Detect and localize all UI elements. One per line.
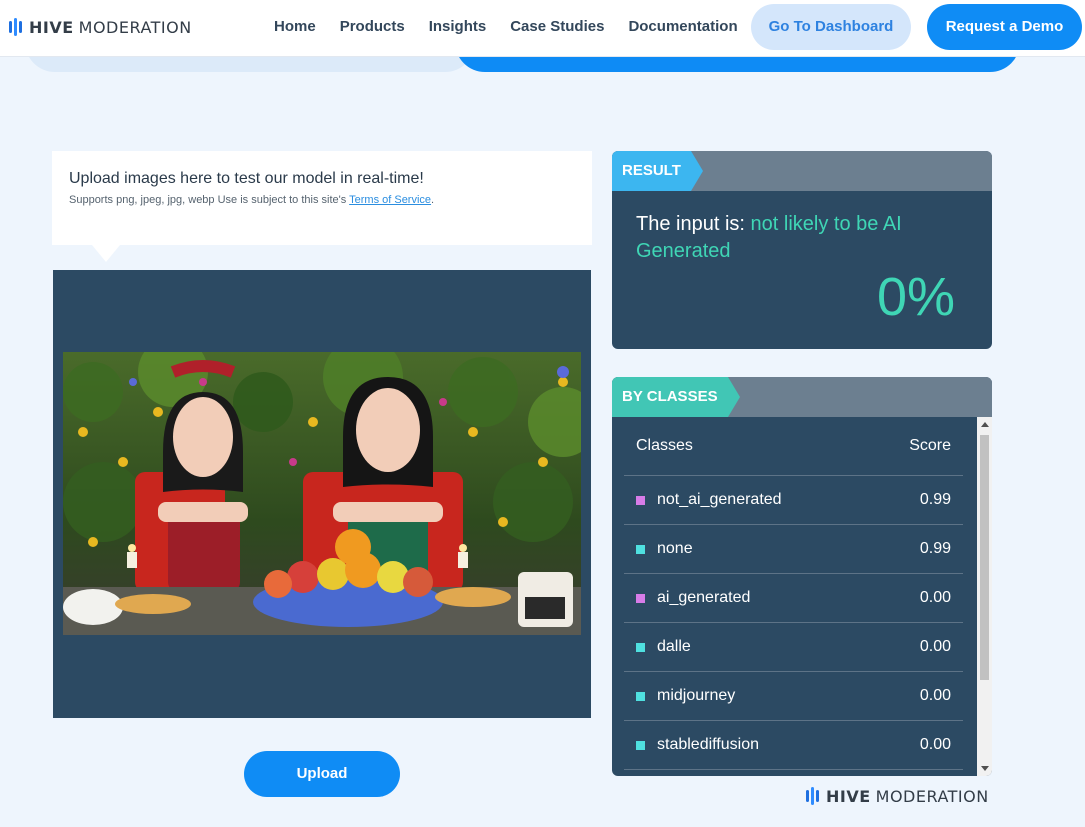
footer-logo-text-bold: HIVE <box>826 786 871 806</box>
class-name: stablediffusion <box>657 736 759 753</box>
result-prefix: The input is: <box>636 213 745 235</box>
terms-of-service-link[interactable]: Terms of Service <box>349 194 431 206</box>
callout-tail <box>92 245 120 262</box>
footer-logo-text-light: MODERATION <box>875 786 989 806</box>
class-name: ai_generated <box>657 589 751 606</box>
nav-home[interactable]: Home <box>274 18 316 35</box>
class-name: dalle <box>657 638 691 655</box>
class-score: 0.99 <box>919 540 951 557</box>
class-score: 0.00 <box>919 638 951 655</box>
result-card: RESULT The input is: not likely to be AI… <box>612 151 992 349</box>
by-classes-tag: BY CLASSES <box>612 377 740 417</box>
classes-scrollbar[interactable] <box>977 417 992 776</box>
table-row: stablediffusion 0.00 <box>624 721 963 770</box>
scroll-thumb[interactable] <box>980 435 989 680</box>
logo-text-light: MODERATION <box>78 17 192 37</box>
result-tag: RESULT <box>612 151 703 191</box>
class-name: none <box>657 540 693 557</box>
main-nav: Home Products Insights Case Studies Docu… <box>274 18 762 35</box>
request-demo-button[interactable]: Request a Demo <box>927 4 1082 50</box>
by-classes-card: BY CLASSES Classes Score not_ai_generate… <box>612 377 992 776</box>
logo-text-bold: HIVE <box>29 17 74 37</box>
classes-table[interactable]: Classes Score not_ai_generated 0.99 none… <box>624 417 963 776</box>
table-row: ai_generated 0.00 <box>624 574 963 623</box>
class-swatch-icon <box>636 691 645 701</box>
top-header: HIVE MODERATION Home Products Insights Ca… <box>0 0 1085 57</box>
upload-intro-title: Upload images here to test our model in … <box>69 170 424 187</box>
class-swatch-icon <box>636 740 645 750</box>
nav-case-studies[interactable]: Case Studies <box>510 18 604 35</box>
class-swatch-icon <box>636 495 645 505</box>
hive-logo-icon <box>9 18 22 36</box>
table-row: none 0.99 <box>624 525 963 574</box>
table-row: midjourney 0.00 <box>624 672 963 721</box>
uploaded-image <box>63 352 581 635</box>
result-percentage: 0% <box>876 267 955 327</box>
classes-card-header: BY CLASSES <box>612 377 992 417</box>
footer-hive-logo[interactable]: HIVE MODERATION <box>806 786 989 806</box>
class-name: not_ai_generated <box>657 491 782 508</box>
nav-insights[interactable]: Insights <box>429 18 487 35</box>
upload-intro-subtitle: Supports png, jpeg, jpg, webp Use is sub… <box>69 194 435 206</box>
table-row: dalle 0.00 <box>624 623 963 672</box>
scroll-down-arrow-icon[interactable] <box>981 766 989 771</box>
class-swatch-icon <box>636 593 645 603</box>
class-name: midjourney <box>657 687 736 704</box>
hive-logo-icon <box>806 787 819 805</box>
classes-table-header: Classes Score <box>624 417 963 476</box>
go-to-dashboard-button[interactable]: Go To Dashboard <box>751 4 911 50</box>
class-score: 0.99 <box>919 491 951 508</box>
class-score: 0.00 <box>919 736 951 753</box>
uploaded-image-graphic <box>63 352 581 635</box>
upload-button[interactable]: Upload <box>244 751 400 797</box>
table-row: not_ai_generated 0.99 <box>624 476 963 525</box>
class-swatch-icon <box>636 642 645 652</box>
class-score: 0.00 <box>919 687 951 704</box>
result-card-header: RESULT <box>612 151 992 191</box>
image-preview-panel <box>53 270 591 718</box>
nav-products[interactable]: Products <box>340 18 405 35</box>
col-score-header: Score <box>909 437 951 454</box>
class-swatch-icon <box>636 544 645 554</box>
scroll-up-arrow-icon[interactable] <box>981 422 989 427</box>
hive-logo[interactable]: HIVE MODERATION <box>9 17 192 37</box>
col-classes-header: Classes <box>636 437 693 454</box>
upload-intro-card: Upload images here to test our model in … <box>52 151 592 262</box>
nav-documentation[interactable]: Documentation <box>628 18 737 35</box>
result-text: The input is: not likely to be AI Genera… <box>636 211 956 265</box>
class-score: 0.00 <box>919 589 951 606</box>
